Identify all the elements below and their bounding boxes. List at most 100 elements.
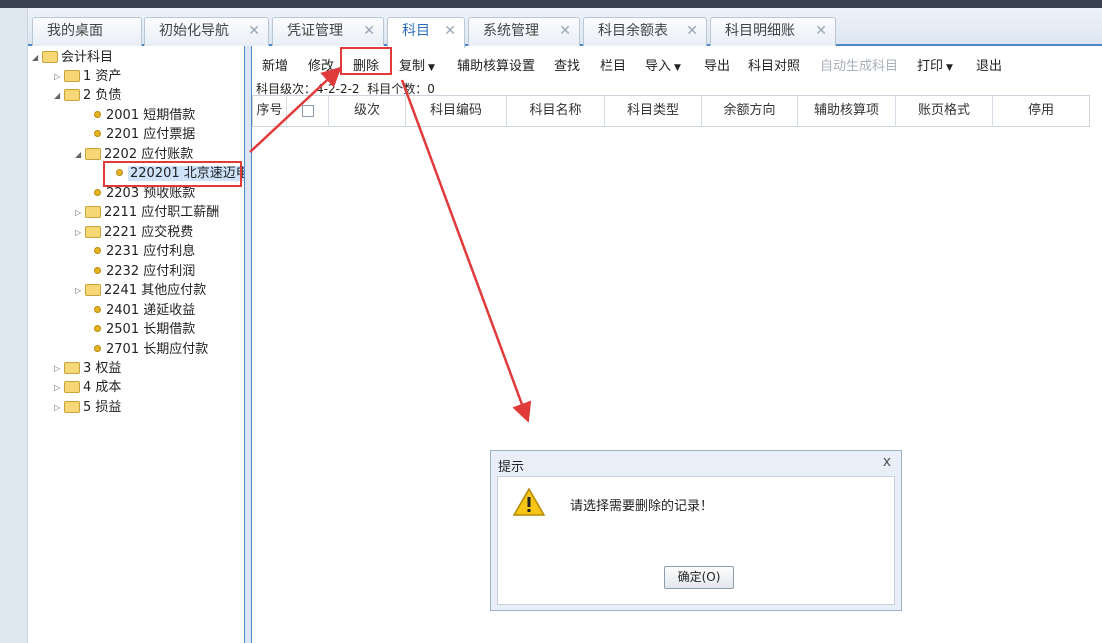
close-icon[interactable]: x [883, 454, 891, 470]
ok-button[interactable]: 确定(O) [664, 566, 734, 589]
collapse-icon[interactable]: ◢ [32, 48, 42, 67]
col-header[interactable]: 科目类型 [605, 96, 702, 126]
tab-voucher[interactable]: 凭证管理 ✕ [272, 17, 384, 46]
leaf-icon [94, 325, 101, 332]
leaf-icon [94, 247, 101, 254]
dialog-message: 请选择需要删除的记录！ [570, 499, 714, 514]
col-header[interactable]: 科目编码 [406, 96, 507, 126]
close-icon[interactable]: ✕ [444, 18, 456, 45]
col-header[interactable]: 辅助核算项 [798, 96, 896, 126]
tree-node[interactable]: ▷ 3 权益 [54, 359, 121, 378]
tab-init-guide[interactable]: 初始化导航 ✕ [144, 17, 269, 46]
expand-icon[interactable]: ▷ [54, 398, 64, 417]
close-icon[interactable]: ✕ [686, 18, 698, 45]
warning-icon [512, 487, 546, 516]
tree-node[interactable]: ▷ 2211 应付职工薪酬 [75, 203, 219, 222]
leaf-icon [94, 345, 101, 352]
col-header: 序号 [253, 96, 287, 126]
col-header[interactable]: 账页格式 [896, 96, 993, 126]
folder-open-icon [85, 147, 101, 160]
caret-down-icon: ▼ [946, 63, 953, 73]
folder-icon [64, 400, 80, 413]
subject-tree: ◢ 会计科目 ▷ 1 资产 ◢ 2 负债 2001 短期借款 2201 应付票据 ◢ 2… [28, 46, 251, 643]
tab-label: 科目余额表 [598, 23, 668, 39]
add-button[interactable]: 新增 [262, 55, 288, 74]
subject-grid: 序号 级次 科目编码 科目名称 科目类型 余额方向 辅助核算项 账页格式 停用 [252, 95, 1090, 127]
dialog-body: 请选择需要删除的记录！ 确定(O) [497, 476, 895, 605]
tree-node[interactable]: ◢ 2 负债 [54, 86, 121, 105]
copy-button[interactable]: 复制 ▼ [399, 55, 435, 74]
leaf-icon [94, 111, 101, 118]
exit-button[interactable]: 退出 [976, 55, 1002, 74]
select-all-checkbox[interactable] [301, 104, 314, 117]
print-button[interactable]: 打印 ▼ [917, 55, 953, 74]
compare-button[interactable]: 科目对照 [748, 55, 800, 74]
col-header[interactable]: 科目名称 [507, 96, 605, 126]
leaf-icon [94, 306, 101, 313]
collapse-icon[interactable]: ◢ [54, 86, 64, 105]
alert-dialog: 提示 x 请选择需要删除的记录！ 确定(O) [490, 450, 902, 611]
col-header[interactable]: 余额方向 [702, 96, 798, 126]
expand-icon[interactable]: ▷ [75, 281, 85, 300]
close-icon[interactable]: ✕ [559, 18, 571, 45]
tree-root[interactable]: ◢ 会计科目 [32, 48, 113, 67]
tree-leaf[interactable]: 2701 长期应付款 [94, 340, 208, 359]
tree-leaf[interactable]: 2231 应付利息 [94, 242, 195, 261]
collapse-icon[interactable]: ◢ [75, 145, 85, 164]
expand-icon[interactable]: ▷ [75, 203, 85, 222]
export-button[interactable]: 导出 [704, 55, 730, 74]
auto-generate-button[interactable]: 自动生成科目 [820, 55, 898, 74]
window-top-strip [0, 0, 1102, 8]
expand-icon[interactable]: ▷ [54, 359, 64, 378]
tree-node[interactable]: ▷ 5 损益 [54, 398, 121, 417]
tree-node[interactable]: ▷ 1 资产 [54, 67, 121, 86]
tab-label: 科目明细账 [725, 23, 795, 39]
caret-down-icon: ▼ [674, 63, 681, 73]
close-icon[interactable]: ✕ [815, 18, 827, 45]
expand-icon[interactable]: ▷ [54, 378, 64, 397]
folder-icon [85, 205, 101, 218]
tree-leaf[interactable]: 2501 长期借款 [94, 320, 195, 339]
tab-label: 科目 [402, 23, 430, 39]
folder-icon [64, 69, 80, 82]
leaf-icon [94, 189, 101, 196]
highlight-delete [340, 47, 392, 75]
tree-leaf[interactable]: 2401 递延收益 [94, 301, 195, 320]
expand-icon[interactable]: ▷ [54, 67, 64, 86]
tree-node[interactable]: ▷ 2241 其他应付款 [75, 281, 206, 300]
tab-desktop[interactable]: 我的桌面 [32, 17, 142, 46]
aux-setting-button[interactable]: 辅助核算设置 [457, 55, 535, 74]
tab-subject[interactable]: 科目 ✕ [387, 17, 465, 48]
tree-leaf[interactable]: 2201 应付票据 [94, 125, 195, 144]
col-header[interactable]: 级次 [329, 96, 406, 126]
import-button[interactable]: 导入 ▼ [645, 55, 681, 74]
leaf-icon [94, 267, 101, 274]
tree-leaf[interactable]: 2001 短期借款 [94, 106, 195, 125]
tree-leaf[interactable]: 2232 应付利润 [94, 262, 195, 281]
expand-icon[interactable]: ▷ [75, 223, 85, 242]
tab-balance[interactable]: 科目余额表 ✕ [583, 17, 707, 46]
columns-button[interactable]: 栏目 [600, 55, 626, 74]
tab-label: 我的桌面 [47, 23, 103, 39]
folder-open-icon [64, 88, 80, 101]
tree-node[interactable]: ▷ 2221 应交税费 [75, 223, 193, 242]
tab-label: 系统管理 [483, 23, 539, 39]
close-icon[interactable]: ✕ [363, 18, 375, 45]
edit-button[interactable]: 修改 [308, 55, 334, 74]
find-button[interactable]: 查找 [554, 55, 580, 74]
left-rail [0, 8, 28, 643]
panel-splitter[interactable] [244, 46, 252, 643]
select-all-cell [287, 96, 329, 126]
tab-label: 初始化导航 [159, 23, 229, 39]
col-header[interactable]: 停用 [993, 96, 1089, 126]
tree-node[interactable]: ▷ 4 成本 [54, 378, 121, 397]
caret-down-icon: ▼ [428, 63, 435, 73]
folder-open-icon [42, 50, 58, 63]
close-icon[interactable]: ✕ [248, 18, 260, 45]
tab-system[interactable]: 系统管理 ✕ [468, 17, 580, 46]
tab-detail[interactable]: 科目明细账 ✕ [710, 17, 836, 46]
dialog-title: 提示 [498, 460, 525, 475]
leaf-icon [94, 130, 101, 137]
tab-label: 凭证管理 [287, 23, 343, 39]
tab-bar: 我的桌面 初始化导航 ✕ 凭证管理 ✕ 科目 ✕ 系统管理 ✕ 科目余额表 ✕ … [28, 8, 1102, 48]
